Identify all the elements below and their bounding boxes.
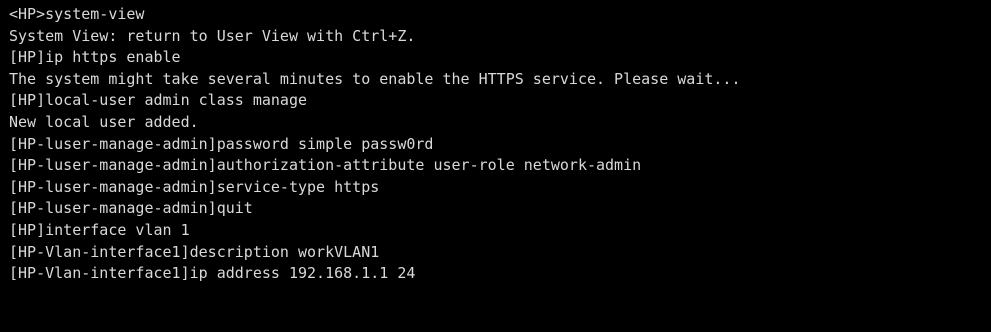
terminal-line-output-https-wait: The system might take several minutes to…: [9, 69, 741, 88]
terminal-line-command-description: [HP-Vlan-interface1]description workVLAN…: [9, 242, 380, 261]
terminal-line-command-authorization-attribute: [HP-luser-manage-admin]authorization-att…: [9, 156, 642, 175]
terminal-line-command-system-view: <HP>system-view: [9, 5, 145, 23]
terminal-line-command-local-user: [HP]local-user admin class manage: [9, 91, 308, 110]
terminal-line-output-user-added: New local user added.: [9, 112, 199, 131]
terminal-window[interactable]: <HP>system-view System View: return to U…: [0, 0, 991, 332]
terminal-line-command-quit: [HP-luser-manage-admin]quit: [9, 199, 253, 218]
terminal-line-command-ip-address: [HP-Vlan-interface1]ip address 192.168.1…: [9, 264, 416, 283]
terminal-line-output-system-view-hint: System View: return to User View with Ct…: [9, 26, 416, 45]
terminal-line-command-ip-https-enable: [HP]ip https enable: [9, 48, 181, 67]
terminal-line-command-service-type: [HP-luser-manage-admin]service-type http…: [9, 177, 380, 196]
terminal-line-command-password: [HP-luser-manage-admin]password simple p…: [9, 134, 434, 153]
terminal-line-command-interface-vlan: [HP]interface vlan 1: [9, 220, 190, 239]
